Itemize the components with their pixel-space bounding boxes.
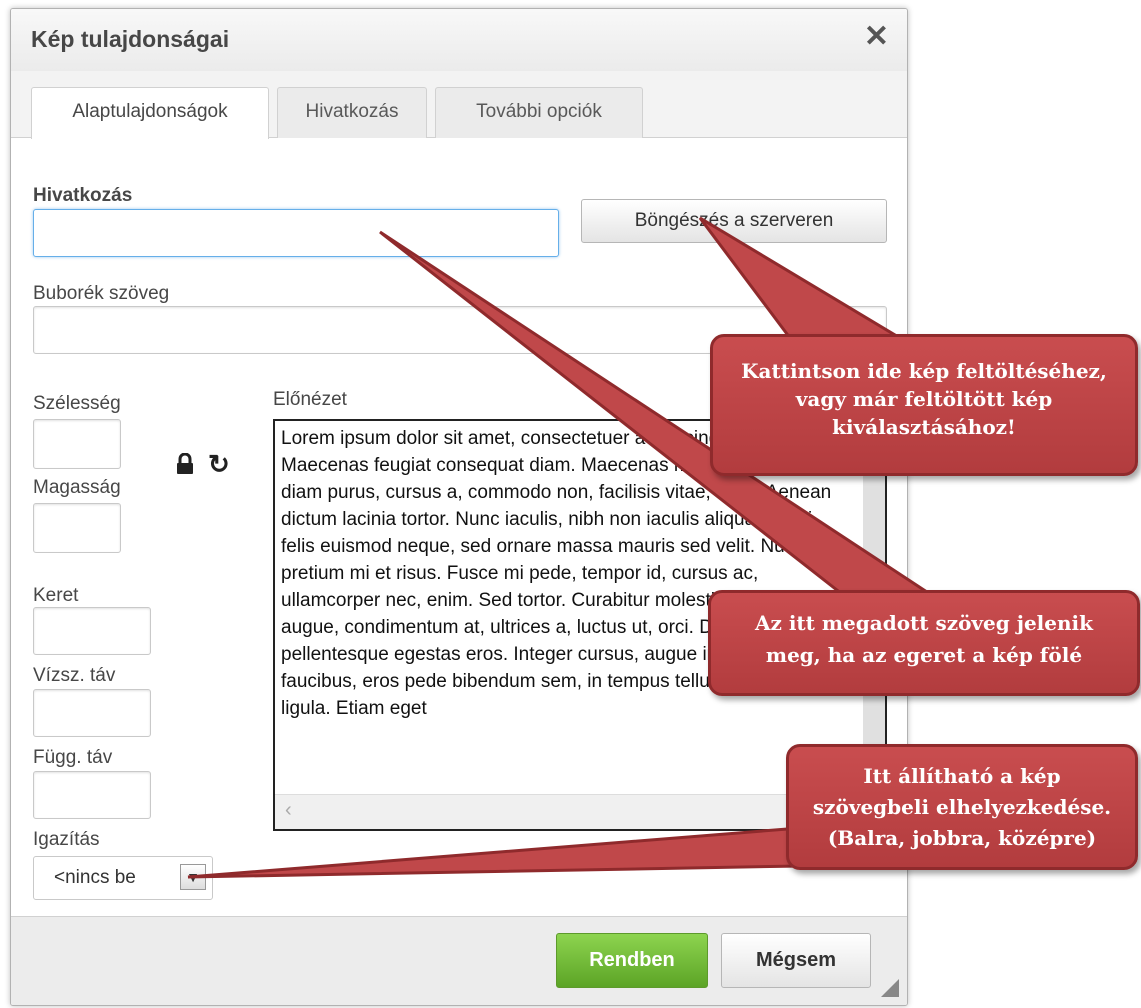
alt-text-callout: Az itt megadott szöveg jelenik meg, ha a…: [708, 590, 1140, 696]
align-callout-pointer: [187, 826, 802, 879]
browse-callout-pointer: [698, 216, 906, 340]
browse-callout: Kattintson ide kép feltöltéséhez, vagy m…: [710, 334, 1138, 476]
align-callout: Itt állítható a kép szövegbeli elhelyezk…: [786, 744, 1138, 870]
